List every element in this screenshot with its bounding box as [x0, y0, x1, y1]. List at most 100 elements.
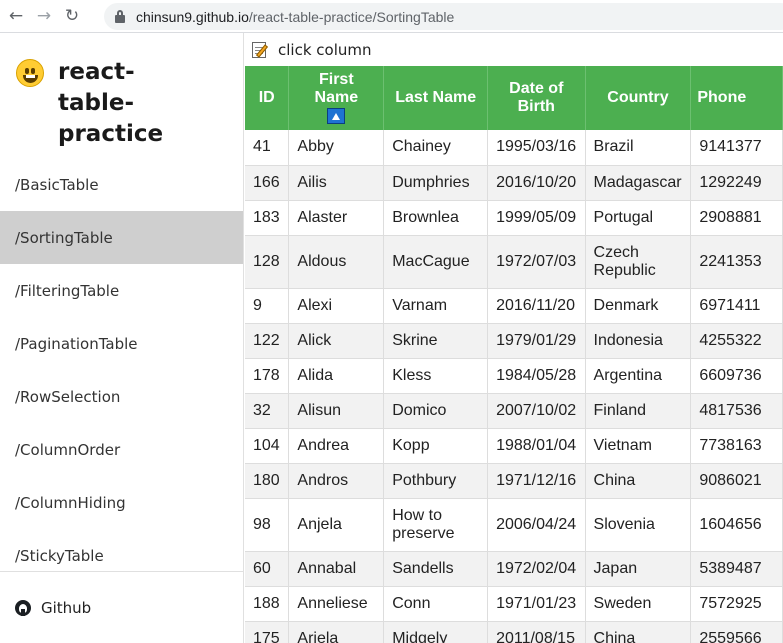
column-header-phone[interactable]: Phone [690, 66, 783, 130]
sorting-table: ID First Name Last Name Date of Birth Co… [245, 66, 783, 643]
cell-id: 122 [245, 323, 290, 359]
cell-last-name: Dumphries [383, 165, 489, 201]
column-header-label: Phone [697, 89, 747, 106]
cell-country: Finland [585, 393, 692, 429]
url-domain: chinsun9.github.io [136, 8, 249, 25]
cell-country: Indonesia [585, 323, 692, 359]
cell-phone: 4817536 [690, 393, 783, 429]
github-label: Github [41, 598, 92, 617]
cell-phone: 1292249 [690, 165, 783, 201]
cell-phone: 2559566 [690, 621, 783, 643]
cell-last-name: Midgely [383, 621, 489, 643]
cell-last-name: Chainey [383, 130, 489, 166]
cell-id: 178 [245, 358, 290, 394]
column-header-date-of-birth[interactable]: Date of Birth [487, 66, 586, 130]
hint-text: click column [278, 40, 372, 59]
table-row: 180 Andros Pothbury 1971/12/16 China 9086021 [245, 463, 783, 499]
column-header-country[interactable]: Country [585, 66, 692, 130]
sidebar-item-sorting-table[interactable]: /SortingTable [0, 211, 243, 264]
table-row: 60 Annabal Sandells 1972/02/04 Japan 5389487 [245, 551, 783, 587]
sidebar-item-row-selection[interactable]: /RowSelection [0, 370, 243, 423]
cell-first-name: Abby [288, 130, 385, 166]
cell-first-name: Alaster [288, 200, 385, 236]
app-title: react-table-practice [58, 59, 164, 147]
cell-id: 104 [245, 428, 290, 464]
cell-id: 32 [245, 393, 290, 429]
cell-last-name: Kopp [383, 428, 489, 464]
sidebar-nav: /BasicTable /SortingTable /FilteringTabl… [0, 158, 243, 582]
cell-last-name: Pothbury [383, 463, 489, 499]
cell-first-name: Alexi [288, 288, 385, 324]
cell-dob: 2006/04/24 [487, 498, 586, 552]
cell-dob: 1972/02/04 [487, 551, 586, 587]
table-row: 188 Anneliese Conn 1971/01/23 Sweden 7572925 [245, 586, 783, 622]
cell-dob: 1972/07/03 [487, 235, 586, 289]
cell-id: 188 [245, 586, 290, 622]
column-header-label: Date of Birth [509, 80, 564, 115]
cell-country: Madagascar [585, 165, 692, 201]
main-content: click column ID First Name Last Name Dat… [245, 33, 783, 643]
sidebar-item-column-hiding[interactable]: /ColumnHiding [0, 476, 243, 529]
cell-id: 60 [245, 551, 290, 587]
column-header-id[interactable]: ID [245, 66, 290, 130]
table-row: 98 Anjela How to preserve 2006/04/24 Sloveni… [245, 498, 783, 552]
column-header-label: Last Name [395, 89, 477, 106]
table-row: 122 Alick Skrine 1979/01/29 Indonesia 4255322 [245, 323, 783, 359]
address-bar[interactable]: chinsun9.github.io/react-table-practice/… [104, 3, 783, 30]
cell-first-name: Andros [288, 463, 385, 499]
table-row: 175 Ariela Midgely 2011/08/15 China 2559566 [245, 621, 783, 643]
column-header-label: First Name [314, 71, 359, 106]
cell-phone: 1604656 [690, 498, 783, 552]
github-link[interactable]: Github [0, 571, 244, 643]
table-row: 9 Alexi Varnam 2016/11/20 Denmark 6971411 [245, 288, 783, 324]
cell-country: China [585, 621, 692, 643]
table-row: 128 Aldous MacCague 1972/07/03 Czech Republi… [245, 235, 783, 289]
cell-phone: 2908881 [690, 200, 783, 236]
sidebar-item-basic-table[interactable]: /BasicTable [0, 158, 243, 211]
column-header-first-name[interactable]: First Name [288, 66, 385, 130]
cell-dob: 2016/10/20 [487, 165, 586, 201]
back-arrow-icon[interactable]: ← [4, 4, 28, 28]
cell-dob: 1971/01/23 [487, 586, 586, 622]
sidebar-item-filtering-table[interactable]: /FilteringTable [0, 264, 243, 317]
cell-country: Brazil [585, 130, 692, 166]
column-header-label: Country [607, 89, 669, 106]
cell-first-name: Ariela [288, 621, 385, 643]
cell-phone: 6971411 [690, 288, 783, 324]
github-icon [15, 599, 31, 616]
cell-last-name: Brownlea [383, 200, 489, 236]
cell-first-name: Ailis [288, 165, 385, 201]
cell-first-name: Andrea [288, 428, 385, 464]
cell-country: Portugal [585, 200, 692, 236]
sidebar-item-column-order[interactable]: /ColumnOrder [0, 423, 243, 476]
table-row: 104 Andrea Kopp 1988/01/04 Vietnam 7738163 [245, 428, 783, 464]
cell-first-name: Aldous [288, 235, 385, 289]
cell-dob: 1988/01/04 [487, 428, 586, 464]
url-path: /react-table-practice/SortingTable [248, 8, 455, 25]
forward-arrow-icon[interactable]: → [32, 4, 56, 28]
cell-country: Slovenia [585, 498, 692, 552]
cell-id: 166 [245, 165, 290, 201]
column-header-last-name[interactable]: Last Name [383, 66, 489, 130]
brand: react-table-practice [0, 33, 243, 158]
cell-first-name: Annabal [288, 551, 385, 587]
cell-first-name: Anneliese [288, 586, 385, 622]
grinning-face-icon [16, 59, 44, 87]
cell-dob: 1995/03/16 [487, 130, 586, 166]
cell-id: 180 [245, 463, 290, 499]
table-row: 41 Abby Chainey 1995/03/16 Brazil 9141377 [245, 130, 783, 166]
reload-icon[interactable]: ↻ [60, 4, 84, 28]
cell-country: Denmark [585, 288, 692, 324]
cell-phone: 9141377 [690, 130, 783, 166]
hint: click column [245, 33, 783, 66]
cell-dob: 1999/05/09 [487, 200, 586, 236]
cell-dob: 2011/08/15 [487, 621, 586, 643]
lock-icon [114, 9, 126, 24]
table-row: 183 Alaster Brownlea 1999/05/09 Portugal 2908… [245, 200, 783, 236]
cell-first-name: Anjela [288, 498, 385, 552]
cell-dob: 2016/11/20 [487, 288, 586, 324]
cell-phone: 6609736 [690, 358, 783, 394]
cell-country: Argentina [585, 358, 692, 394]
sidebar: react-table-practice /BasicTable /Sortin… [0, 33, 244, 643]
sidebar-item-pagination-table[interactable]: /PaginationTable [0, 317, 243, 370]
